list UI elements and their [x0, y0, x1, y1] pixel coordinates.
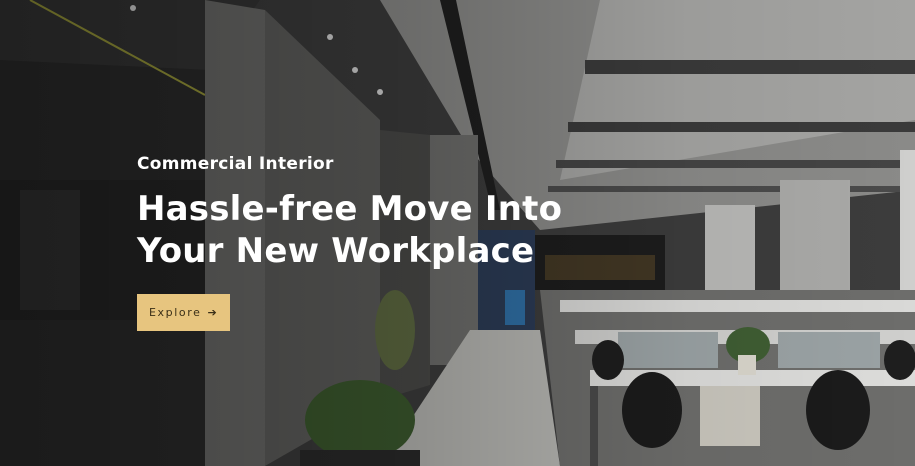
explore-button[interactable]: Explore ➔ [137, 294, 231, 331]
hero-eyebrow: Commercial Interior [137, 154, 334, 174]
hero-headline-line-2: Your New Workplace [137, 231, 535, 271]
hero-banner: Commercial Interior Hassle-free Move Int… [0, 0, 915, 466]
arrow-right-icon: ➔ [207, 306, 219, 319]
hero-headline: Hassle-free Move Into Your New Workplace [137, 188, 597, 272]
hero-headline-line-1: Hassle-free Move Into [137, 189, 563, 229]
explore-button-label: Explore [149, 306, 202, 319]
hero-content: Commercial Interior Hassle-free Move Int… [137, 154, 597, 331]
